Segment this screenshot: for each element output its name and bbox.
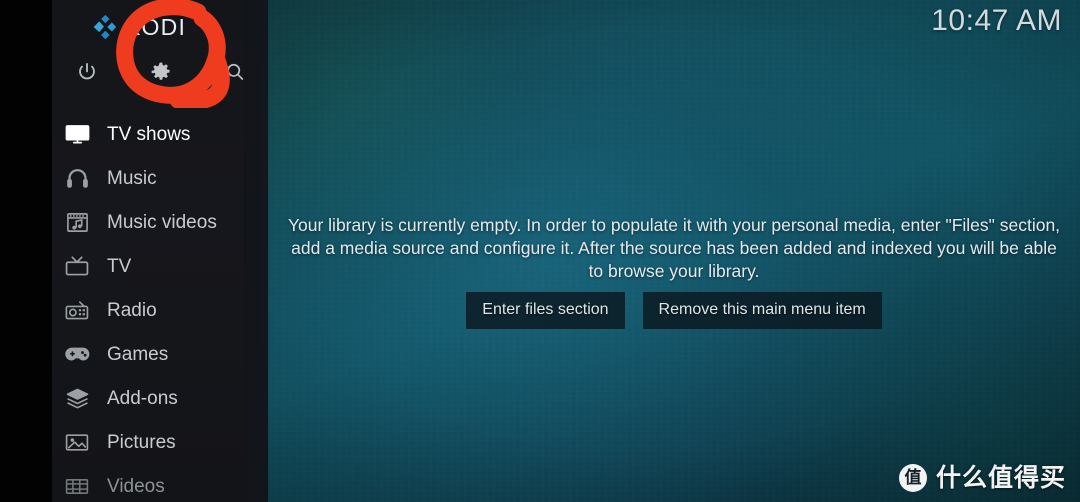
gear-icon[interactable] <box>144 55 178 89</box>
sidebar-item-label: TV shows <box>107 123 191 145</box>
sidebar-item-pictures[interactable]: Pictures <box>52 420 268 464</box>
radio-icon <box>60 296 94 324</box>
watermark-text: 什么值得买 <box>935 463 1066 492</box>
watermark-badge-icon: 值 <box>898 464 927 492</box>
sidebar-menu: TV shows Music Music videos TV Radio Gam… <box>52 112 268 502</box>
sidebar-item-label: Add-ons <box>107 387 178 409</box>
addon-box-icon <box>60 384 94 412</box>
sidebar-item-music-videos[interactable]: Music videos <box>52 200 268 244</box>
film-strip-icon <box>60 472 94 500</box>
sidebar-top-icon-row <box>52 55 268 99</box>
sidebar-item-music[interactable]: Music <box>52 156 268 200</box>
search-icon[interactable] <box>218 55 252 89</box>
sidebar-item-tv-shows[interactable]: TV shows <box>52 112 268 156</box>
brand-title: KODI <box>125 13 187 40</box>
sidebar-item-tv[interactable]: TV <box>52 244 268 288</box>
action-button-row: Enter files section Remove this main men… <box>268 292 1080 329</box>
sidebar-item-videos[interactable]: Videos <box>52 464 268 502</box>
sidebar-item-label: Games <box>107 343 169 365</box>
kodi-home-screen: Your library is currently empty. In orde… <box>0 0 1080 502</box>
enter-files-section-button[interactable]: Enter files section <box>466 292 625 329</box>
left-edge-bar <box>0 0 52 502</box>
picture-icon <box>60 428 94 456</box>
sidebar-item-radio[interactable]: Radio <box>52 288 268 332</box>
retro-tv-icon <box>60 252 94 280</box>
power-icon[interactable] <box>70 55 104 89</box>
remove-main-menu-item-button[interactable]: Remove this main menu item <box>642 292 882 329</box>
sidebar-item-label: Music <box>107 167 157 189</box>
sidebar-item-games[interactable]: Games <box>52 332 268 376</box>
sidebar-item-label: TV <box>107 255 132 277</box>
clock: 10:47 AM <box>931 4 1062 37</box>
music-video-icon <box>60 208 94 236</box>
watermark: 值 什么值得买 <box>898 463 1066 492</box>
sidebar-item-label: Pictures <box>107 431 176 453</box>
headphones-icon <box>60 164 94 192</box>
tv-monitor-icon <box>60 120 94 148</box>
sidebar-item-label: Videos <box>107 475 165 497</box>
kodi-logo-icon <box>88 12 118 42</box>
main-content-panel: Your library is currently empty. In orde… <box>268 0 1080 502</box>
gamepad-icon <box>60 340 94 368</box>
empty-library-message: Your library is currently empty. In orde… <box>287 215 1061 281</box>
sidebar-item-label: Music videos <box>107 211 217 233</box>
brand: KODI <box>88 8 186 46</box>
sidebar-item-label: Radio <box>107 299 157 321</box>
sidebar-item-add-ons[interactable]: Add-ons <box>52 376 268 420</box>
